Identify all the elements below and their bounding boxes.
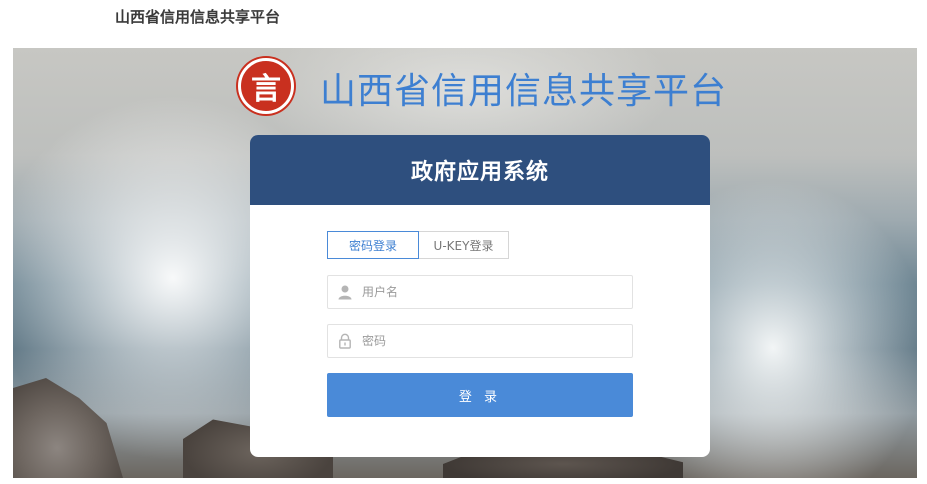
login-card-title: 政府应用系统 — [250, 135, 710, 205]
user-icon — [328, 284, 362, 300]
username-input[interactable] — [362, 285, 632, 299]
password-input[interactable] — [362, 334, 632, 348]
login-card: 政府应用系统 密码登录 U-KEY登录 登 录 — [250, 135, 710, 457]
username-field[interactable] — [327, 275, 633, 309]
tab-ukey-login[interactable]: U-KEY登录 — [419, 231, 509, 259]
rock-decoration — [13, 378, 123, 478]
site-title: 山西省信用信息共享平台 — [115, 8, 281, 26]
login-button[interactable]: 登 录 — [327, 373, 633, 417]
password-field[interactable] — [327, 324, 633, 358]
login-tabs: 密码登录 U-KEY登录 — [327, 231, 509, 259]
lock-icon — [328, 333, 362, 349]
platform-title: 山西省信用信息共享平台 — [320, 71, 728, 112]
tab-password-login[interactable]: 密码登录 — [327, 231, 419, 259]
logo-emblem-icon: 言 — [238, 58, 294, 114]
